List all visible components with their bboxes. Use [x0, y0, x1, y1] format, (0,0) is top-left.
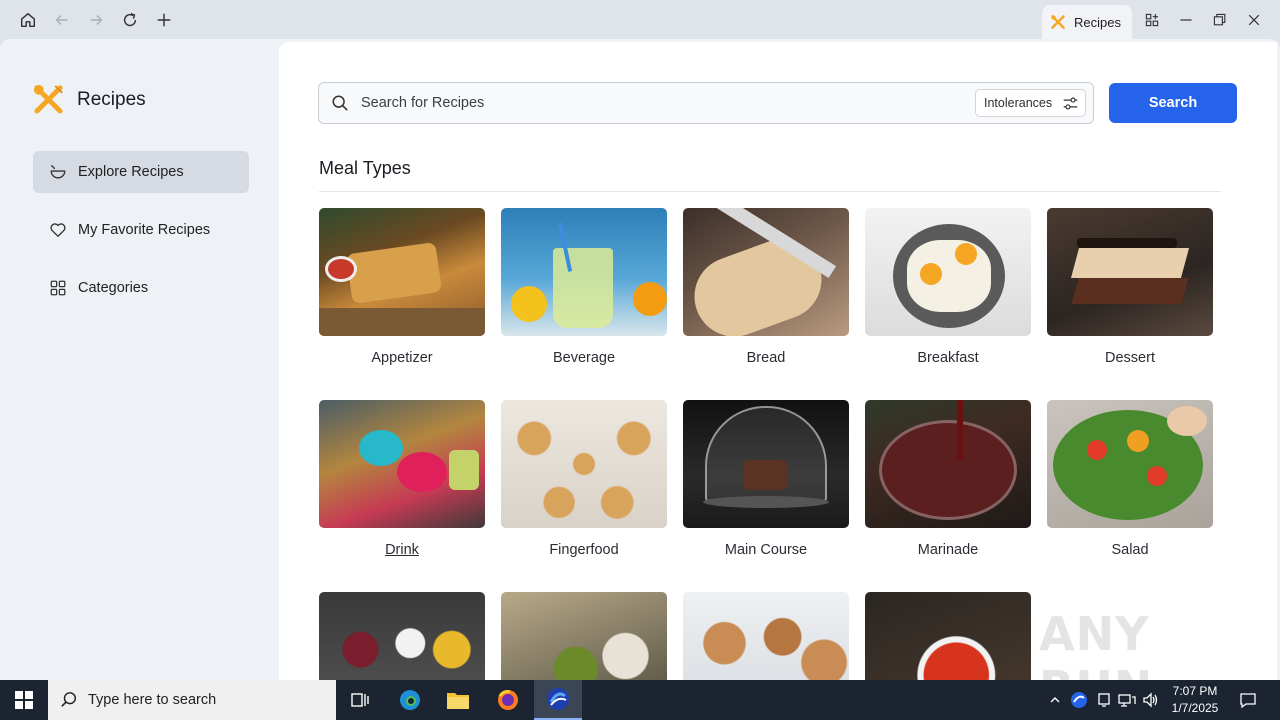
- network-device-icon[interactable]: [1094, 680, 1114, 720]
- side-dish-image: [501, 592, 667, 680]
- bread-image: [683, 208, 849, 336]
- app-window: Recipes Explore Recipes My Favorite Reci…: [0, 39, 1280, 680]
- network-icon[interactable]: [1116, 680, 1138, 720]
- firefox-icon[interactable]: [484, 680, 532, 720]
- tab-label: Recipes: [1074, 14, 1121, 30]
- taskbar-clock[interactable]: 7:07 PM 1/7/2025: [1166, 683, 1224, 717]
- sidebar: Recipes Explore Recipes My Favorite Reci…: [0, 39, 279, 680]
- meal-card-salad[interactable]: Salad: [1047, 400, 1213, 558]
- sidebar-item-categories[interactable]: Categories: [33, 267, 249, 309]
- brand-title: Recipes: [77, 88, 146, 110]
- tray-app-icon[interactable]: [1068, 680, 1090, 720]
- beverage-image: [501, 208, 667, 336]
- meal-card-label: Appetizer: [371, 350, 433, 366]
- new-tab-plus-icon[interactable]: [150, 6, 178, 34]
- grid-icon: [50, 280, 66, 296]
- meal-card-beverage[interactable]: Beverage: [501, 208, 667, 366]
- snack-image: [683, 592, 849, 680]
- meal-card-label: Drink: [385, 542, 419, 558]
- salad-image: [1047, 400, 1213, 528]
- reload-icon[interactable]: [116, 6, 144, 34]
- restore-icon[interactable]: [1206, 6, 1234, 34]
- search-icon: [332, 95, 348, 111]
- notifications-icon[interactable]: [1234, 680, 1262, 720]
- marinade-image: [865, 400, 1031, 528]
- section-title-meal-types: Meal Types: [319, 158, 411, 178]
- forward-arrow-icon[interactable]: [82, 6, 110, 34]
- chevron-up-icon[interactable]: [1046, 680, 1064, 720]
- heart-icon: [50, 223, 66, 237]
- intolerances-filter-button[interactable]: Intolerances: [975, 89, 1086, 117]
- meal-card-fingerfood[interactable]: Fingerfood: [501, 400, 667, 558]
- windows-logo-icon: [15, 691, 33, 709]
- recipes-app-taskbar-icon[interactable]: [534, 680, 582, 720]
- clock-time: 7:07 PM: [1172, 684, 1218, 698]
- intolerances-label: Intolerances: [984, 96, 1053, 110]
- appetizer-image: [319, 208, 485, 336]
- sidebar-item-label: My Favorite Recipes: [78, 222, 211, 238]
- meal-card-breakfast[interactable]: Breakfast: [865, 208, 1031, 366]
- meal-card-appetizer[interactable]: Appetizer: [319, 208, 485, 366]
- taskbar: Type here to search 7:07 PM 1/7/2025: [0, 680, 1280, 720]
- volume-icon[interactable]: [1140, 680, 1162, 720]
- main-content: Intolerances Search Meal Types Appetizer: [279, 42, 1277, 680]
- taskbar-search[interactable]: Type here to search: [48, 680, 336, 720]
- sidebar-item-favorite-recipes[interactable]: My Favorite Recipes: [33, 209, 249, 251]
- meal-card-label: Fingerfood: [549, 542, 619, 558]
- search-input[interactable]: [361, 95, 951, 111]
- bowl-icon: [50, 165, 66, 179]
- meal-card-main-course[interactable]: Main Course: [683, 400, 849, 558]
- meal-card-sauce[interactable]: [319, 592, 485, 680]
- minimize-icon[interactable]: [1172, 6, 1200, 34]
- file-explorer-icon[interactable]: [434, 680, 482, 720]
- main-course-image: [683, 400, 849, 528]
- meal-card-snack[interactable]: [683, 592, 849, 680]
- search-bar: Intolerances: [318, 82, 1094, 124]
- search-button[interactable]: Search: [1109, 83, 1237, 123]
- home-icon[interactable]: [14, 6, 42, 34]
- meal-card-label: Breakfast: [917, 350, 979, 366]
- taskbar-search-placeholder: Type here to search: [88, 692, 217, 708]
- close-icon[interactable]: [1240, 6, 1268, 34]
- divider: [319, 191, 1221, 192]
- meal-card-soup[interactable]: [865, 592, 1031, 680]
- brand: Recipes: [32, 83, 146, 116]
- dessert-image: [1047, 208, 1213, 336]
- meal-card-label: Beverage: [552, 350, 616, 366]
- meal-card-marinade[interactable]: Marinade: [865, 400, 1031, 558]
- sidebar-item-explore-recipes[interactable]: Explore Recipes: [33, 151, 249, 193]
- meal-card-side-dish[interactable]: [501, 592, 667, 680]
- meal-card-label: Dessert: [1105, 350, 1155, 366]
- filter-sliders-icon: [1063, 97, 1078, 110]
- tab-recipes[interactable]: Recipes: [1042, 5, 1132, 39]
- breakfast-image: [865, 208, 1031, 336]
- meal-card-bread[interactable]: Bread: [683, 208, 849, 366]
- meal-card-dessert[interactable]: Dessert: [1047, 208, 1213, 366]
- drink-image: [319, 400, 485, 528]
- task-view-icon[interactable]: [336, 680, 384, 720]
- clock-date: 1/7/2025: [1171, 701, 1219, 715]
- meal-card-label: Bread: [746, 350, 786, 366]
- fingerfood-image: [501, 400, 667, 528]
- sauce-image: [319, 592, 485, 680]
- back-arrow-icon[interactable]: [48, 6, 76, 34]
- meal-card-drink[interactable]: Drink: [319, 400, 485, 558]
- meal-card-label: Marinade: [917, 542, 979, 558]
- soup-image: [865, 592, 1031, 680]
- recipes-logo-icon: [1051, 15, 1065, 29]
- meal-card-label: Main Course: [724, 542, 808, 558]
- title-bar: Recipes: [0, 0, 1280, 39]
- sidebar-item-label: Explore Recipes: [78, 164, 184, 180]
- apps-grid-icon[interactable]: [1138, 6, 1166, 34]
- edge-browser-icon[interactable]: [386, 680, 434, 720]
- recipes-logo-icon: [33, 84, 63, 114]
- meal-card-label: Salad: [1111, 542, 1149, 558]
- sidebar-item-label: Categories: [78, 280, 149, 296]
- watermark: ANY RUN: [1039, 607, 1152, 680]
- search-icon: [61, 692, 77, 707]
- windows-start-button[interactable]: [0, 680, 48, 720]
